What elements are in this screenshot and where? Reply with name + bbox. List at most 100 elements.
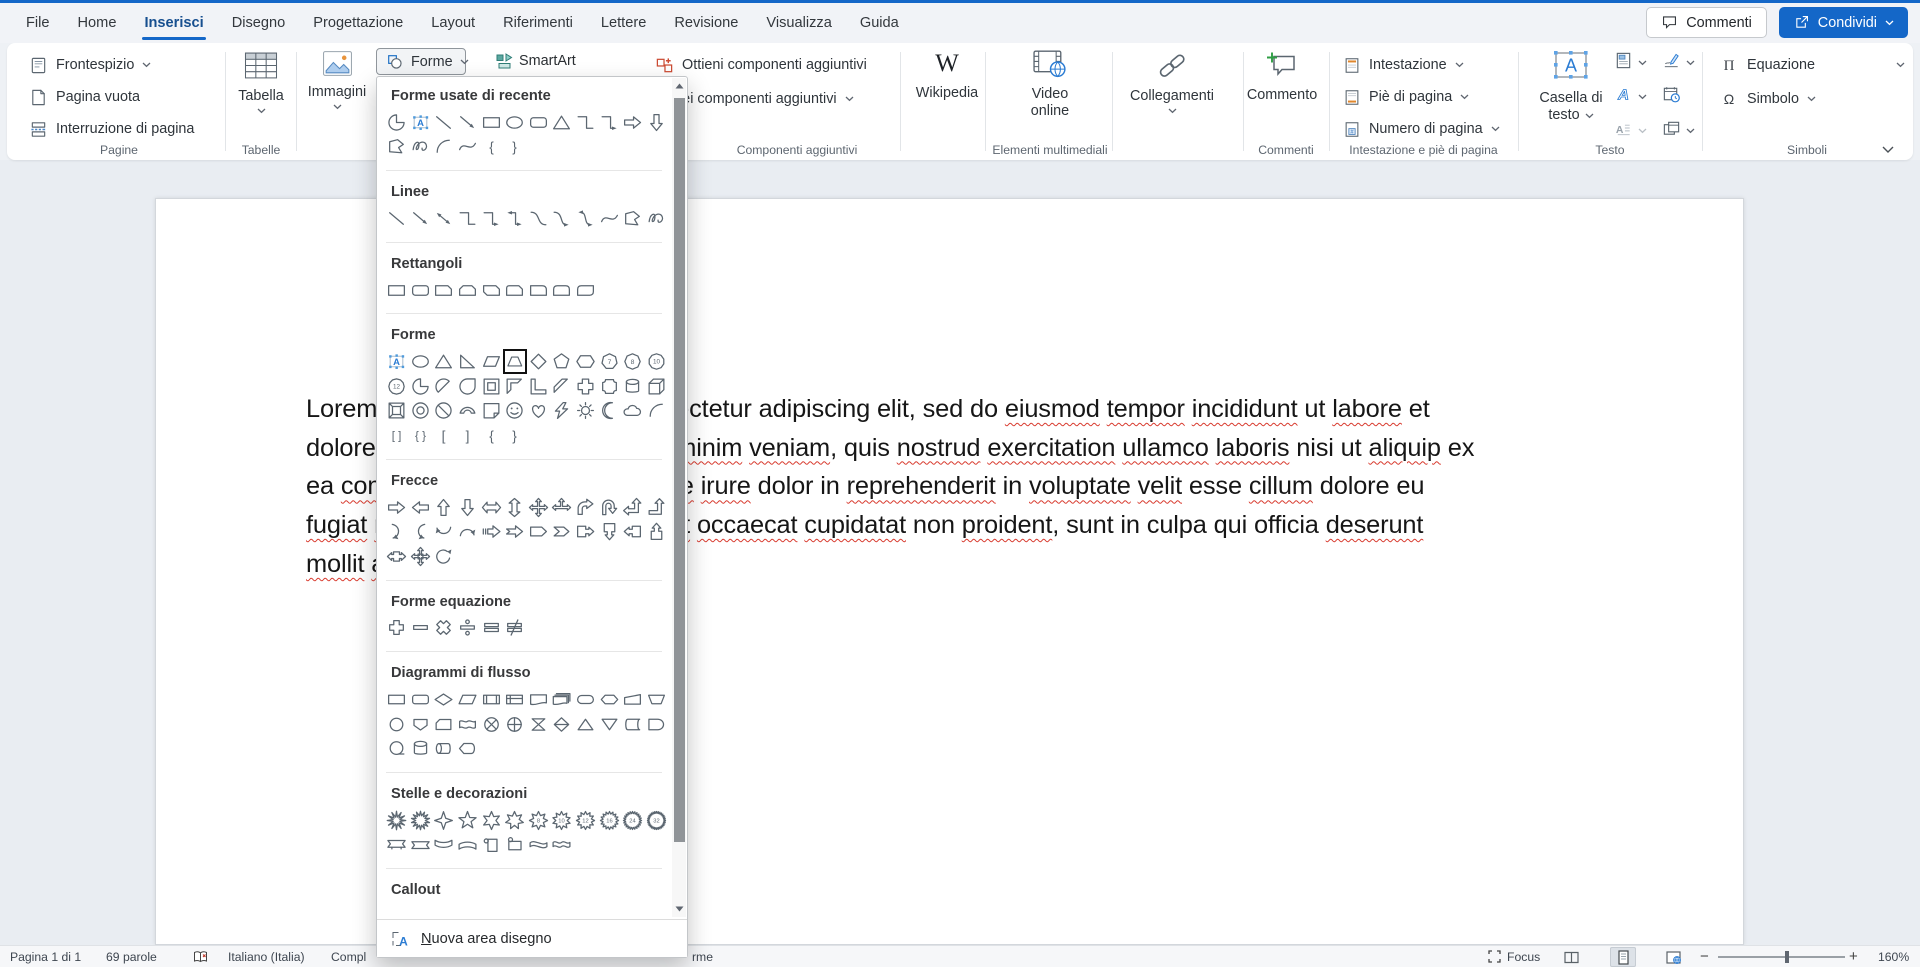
table-button[interactable]: Tabella bbox=[230, 50, 292, 114]
shape-process-icon[interactable] bbox=[385, 687, 409, 712]
shape-left-right-arrow-callout-icon[interactable] bbox=[385, 544, 409, 569]
shape-striped-right-arrow-icon[interactable] bbox=[479, 519, 503, 544]
shape-vertical-scroll-icon[interactable] bbox=[479, 833, 503, 858]
smartart-button[interactable]: SmartArt bbox=[494, 51, 576, 71]
shape-cube-icon[interactable] bbox=[645, 374, 669, 399]
shape-block-arrow-down-icon[interactable] bbox=[456, 495, 480, 520]
shape-half-frame-icon[interactable] bbox=[503, 374, 527, 399]
shape-chord-icon[interactable] bbox=[432, 374, 456, 399]
equation-button[interactable]: Π Equazione bbox=[1719, 51, 1905, 79]
shape-block-arrow-down-icon[interactable] bbox=[645, 110, 669, 135]
tab-visualizza[interactable]: Visualizza bbox=[752, 3, 845, 43]
shape-decision-icon[interactable] bbox=[432, 687, 456, 712]
shape-folded-corner-icon[interactable] bbox=[479, 399, 503, 424]
shape-internal-storage-icon[interactable] bbox=[503, 687, 527, 712]
shape-isosceles-triangle-icon[interactable] bbox=[432, 349, 456, 374]
shape-scribble-icon[interactable] bbox=[409, 135, 433, 160]
shape-no-symbol-icon[interactable] bbox=[432, 399, 456, 424]
shape-can-icon[interactable] bbox=[621, 374, 645, 399]
web-layout-button[interactable] bbox=[1660, 947, 1686, 967]
shape-freeform-icon[interactable] bbox=[621, 206, 645, 231]
scroll-down-arrow-icon[interactable] bbox=[672, 902, 686, 916]
shape-star-5-icon[interactable] bbox=[456, 808, 480, 833]
shape-star-10-icon[interactable]: 10 bbox=[550, 808, 574, 833]
shape-quad-arrow-icon[interactable] bbox=[527, 495, 551, 520]
shape-explosion-1-icon[interactable] bbox=[385, 808, 409, 833]
shape-star-24-icon[interactable]: 24 bbox=[621, 808, 645, 833]
tab-file[interactable]: File bbox=[12, 3, 64, 43]
shape-left-brace-icon[interactable]: { bbox=[479, 423, 503, 448]
shape-preparation-icon[interactable] bbox=[597, 687, 621, 712]
shape-quad-arrow-callout-icon[interactable] bbox=[409, 544, 433, 569]
shape-frame-icon[interactable] bbox=[479, 374, 503, 399]
shape-l-shape-icon[interactable] bbox=[527, 374, 551, 399]
shape-not-equal-icon[interactable] bbox=[503, 616, 527, 641]
shape-sun-icon[interactable] bbox=[574, 399, 598, 424]
read-mode-button[interactable] bbox=[1558, 947, 1584, 967]
wordart-button[interactable]: A bbox=[1614, 85, 1647, 109]
shape-pie-icon[interactable] bbox=[385, 110, 409, 135]
shape-pentagon-icon[interactable] bbox=[550, 349, 574, 374]
shape-off-page-connector-icon[interactable] bbox=[409, 712, 433, 737]
tab-inserisci[interactable]: Inserisci bbox=[130, 3, 217, 43]
blank-page-button[interactable]: Pagina vuota bbox=[29, 83, 140, 111]
shape-curved-ribbon-up-icon[interactable] bbox=[456, 833, 480, 858]
shape-scribble-icon[interactable] bbox=[645, 206, 669, 231]
shape-multiply-icon[interactable] bbox=[432, 616, 456, 641]
shape-trapezoid-icon[interactable] bbox=[503, 349, 527, 374]
zoom-slider-track[interactable] bbox=[1718, 956, 1845, 958]
shape-chevron-arrow-icon[interactable] bbox=[550, 519, 574, 544]
tab-riferimenti[interactable]: Riferimenti bbox=[489, 3, 587, 43]
shape-cloud-icon[interactable] bbox=[621, 399, 645, 424]
shape-lightning-bolt-icon[interactable] bbox=[550, 399, 574, 424]
shape-line-arrow-icon[interactable] bbox=[456, 110, 480, 135]
proofing-status-icon[interactable] bbox=[192, 946, 209, 967]
shape-elbow-connector-icon[interactable] bbox=[456, 206, 480, 231]
zoom-out-button[interactable]: − bbox=[1700, 946, 1709, 967]
share-button[interactable]: Condividi bbox=[1779, 7, 1908, 38]
shape-cross-icon[interactable] bbox=[574, 374, 598, 399]
cover-page-button[interactable]: Frontespizio bbox=[29, 51, 151, 79]
shape-down-arrow-callout-icon[interactable] bbox=[597, 519, 621, 544]
shape-connector-icon[interactable] bbox=[385, 712, 409, 737]
shape-elbow-double-arrow-icon[interactable] bbox=[503, 206, 527, 231]
symbol-button[interactable]: Ω Simbolo bbox=[1719, 85, 1816, 113]
shape-elbow-arrow-icon[interactable] bbox=[597, 110, 621, 135]
tab-progettazione[interactable]: Progettazione bbox=[299, 3, 417, 43]
shape-extract-icon[interactable] bbox=[574, 712, 598, 737]
shape-left-arrow-callout-icon[interactable] bbox=[621, 519, 645, 544]
shape-heart-icon[interactable] bbox=[527, 399, 551, 424]
shape-curve-icon[interactable] bbox=[456, 135, 480, 160]
shape-heptagon-icon[interactable]: 7 bbox=[597, 349, 621, 374]
shape-star-32-icon[interactable]: 32 bbox=[645, 808, 669, 833]
shape-teardrop-icon[interactable] bbox=[456, 374, 480, 399]
shape-card-icon[interactable] bbox=[432, 712, 456, 737]
wikipedia-button[interactable]: W Wikipedia bbox=[905, 48, 989, 102]
online-video-button[interactable]: Video online bbox=[1010, 48, 1090, 120]
shape-stored-data-icon[interactable] bbox=[621, 712, 645, 737]
shape-double-bracket-icon[interactable]: [ ] bbox=[385, 423, 409, 448]
shape-elbow-arrow-icon[interactable] bbox=[479, 206, 503, 231]
shape-multidocument-icon[interactable] bbox=[550, 687, 574, 712]
shape-right-triangle-icon[interactable] bbox=[456, 349, 480, 374]
shape-ribbon-down-icon[interactable] bbox=[385, 833, 409, 858]
shape-moon-icon[interactable] bbox=[597, 399, 621, 424]
shape-manual-input-icon[interactable] bbox=[621, 687, 645, 712]
object-button[interactable] bbox=[1662, 119, 1695, 143]
shape-round-same-side-corners-icon[interactable] bbox=[550, 278, 574, 303]
shape-curved-up-arrow-icon[interactable] bbox=[432, 519, 456, 544]
shape-right-brace-icon[interactable]: } bbox=[503, 423, 527, 448]
shape-block-arrow-left-icon[interactable] bbox=[409, 495, 433, 520]
shape-sort-icon[interactable] bbox=[550, 712, 574, 737]
shape-round-single-corner-icon[interactable] bbox=[527, 278, 551, 303]
shape-curved-arrow-icon[interactable] bbox=[550, 206, 574, 231]
shape-left-up-arrow-icon[interactable] bbox=[621, 495, 645, 520]
shape-curved-left-arrow-icon[interactable] bbox=[409, 519, 433, 544]
focus-mode-button[interactable]: Focus bbox=[1487, 946, 1540, 967]
shape-minus-icon[interactable] bbox=[409, 616, 433, 641]
shape-decagon-icon[interactable]: 10 bbox=[645, 349, 669, 374]
shape-block-arrow-up-icon[interactable] bbox=[432, 495, 456, 520]
shape-hexagon-icon[interactable] bbox=[574, 349, 598, 374]
my-addins-button[interactable]: Miei componenti aggiuntivi bbox=[667, 85, 854, 113]
shape-bent-arrow-icon[interactable] bbox=[574, 495, 598, 520]
